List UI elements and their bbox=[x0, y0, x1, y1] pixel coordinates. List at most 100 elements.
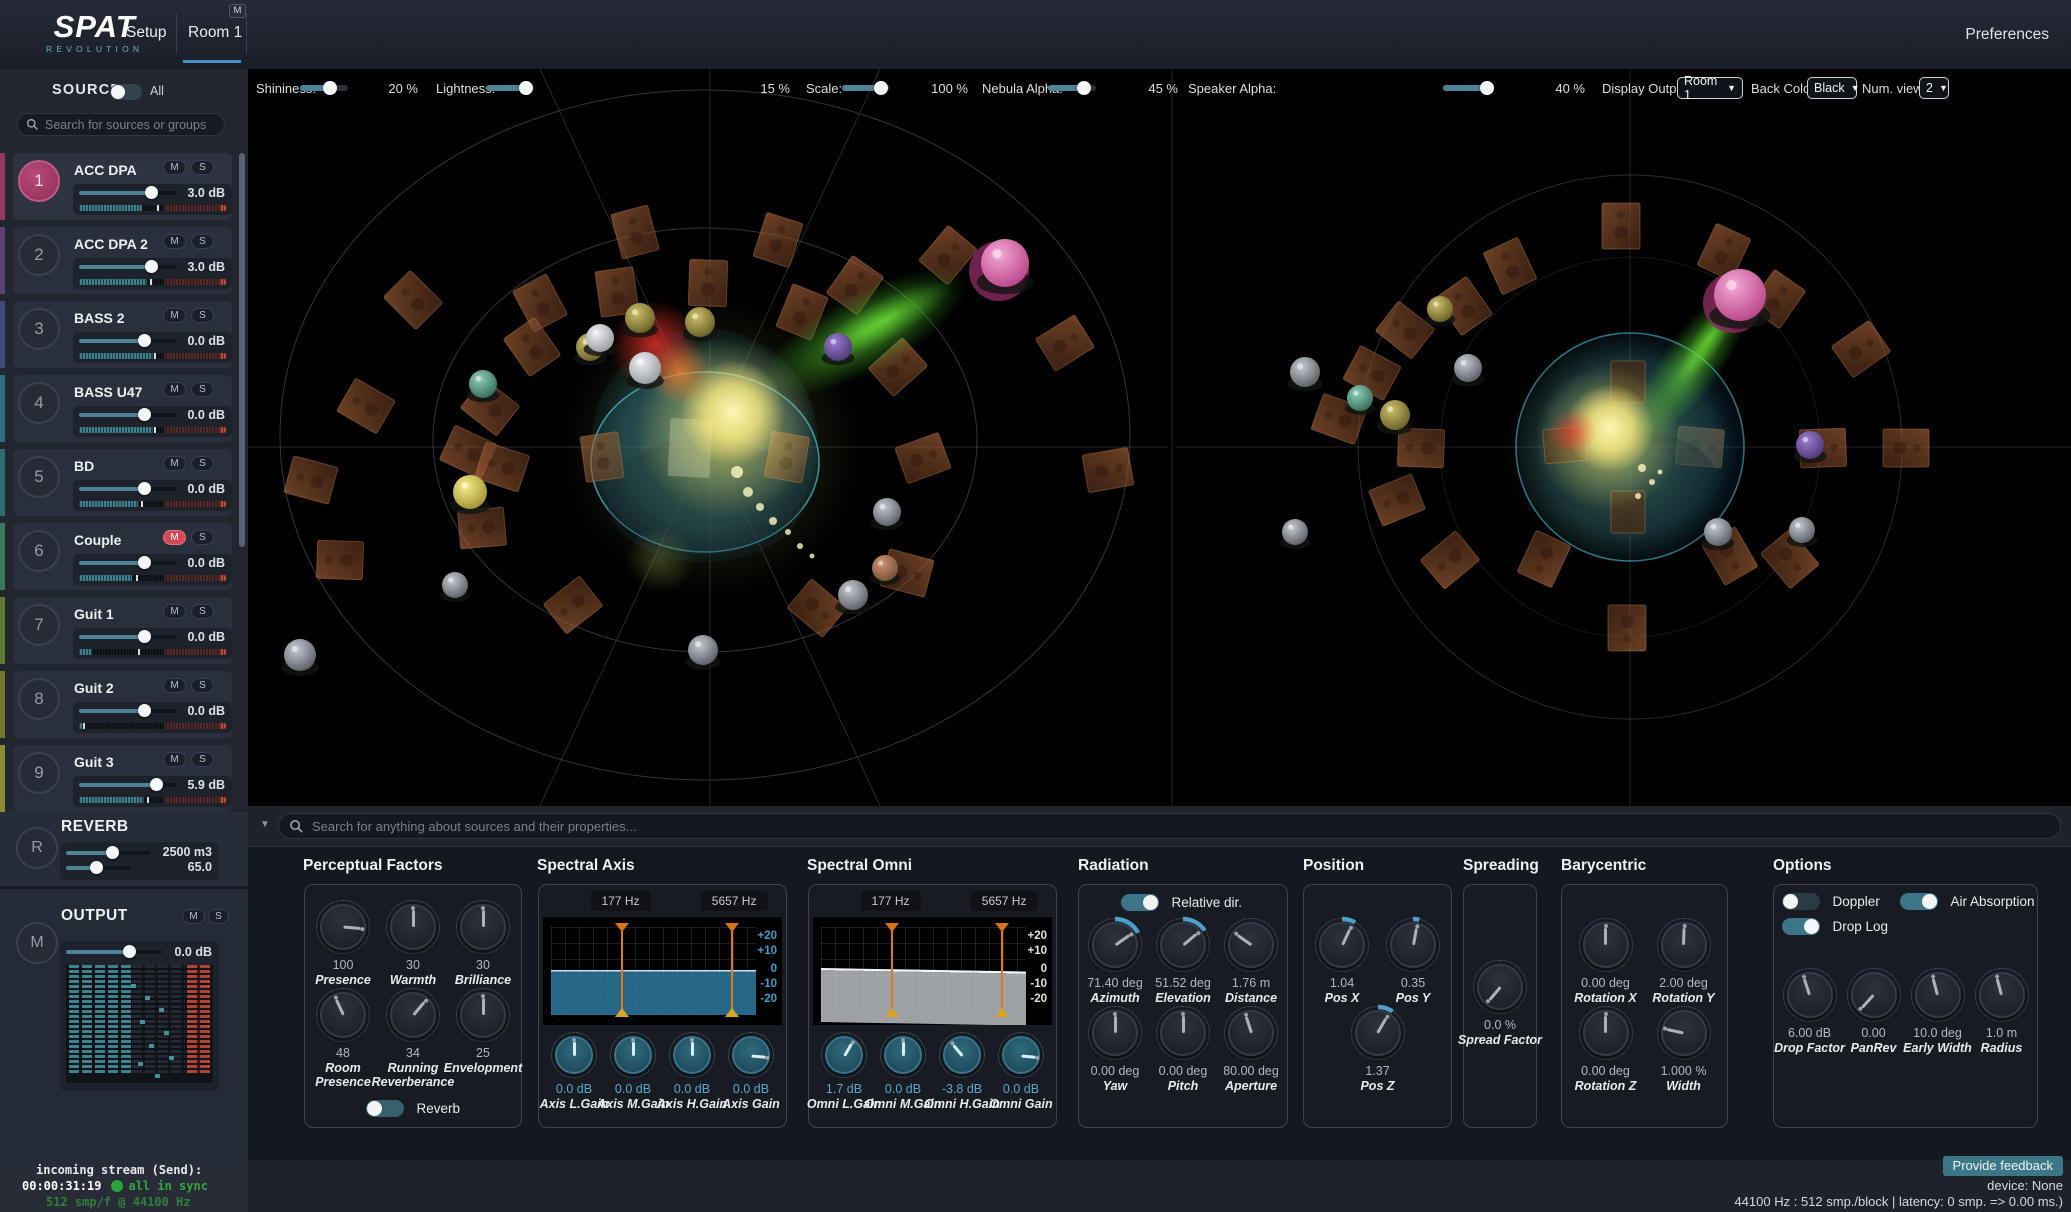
sources-search-input[interactable] bbox=[45, 118, 216, 132]
viewport-3d[interactable] bbox=[248, 69, 2071, 806]
slider-thumb[interactable] bbox=[145, 260, 158, 273]
panrev-knob[interactable] bbox=[1844, 967, 1904, 1023]
mute-button[interactable]: M bbox=[163, 160, 186, 175]
solo-button[interactable]: S bbox=[191, 308, 214, 323]
axis-l-gain-knob[interactable] bbox=[549, 1031, 599, 1079]
gain-slider[interactable] bbox=[79, 339, 177, 343]
freq-marker-high[interactable] bbox=[731, 925, 733, 1015]
sources-search[interactable] bbox=[17, 113, 225, 136]
drop-factor-knob[interactable] bbox=[1780, 967, 1840, 1023]
preferences-button[interactable]: Preferences bbox=[1965, 0, 2049, 69]
source-item[interactable]: 9 Guit 3 M S 5.9 dB bbox=[13, 745, 232, 812]
pos-x-knob[interactable] bbox=[1312, 917, 1372, 973]
omni-gain-knob[interactable] bbox=[996, 1031, 1046, 1079]
shininess-slider[interactable] bbox=[300, 85, 348, 91]
pos-y-knob[interactable] bbox=[1383, 917, 1443, 973]
yaw-knob[interactable] bbox=[1085, 1005, 1145, 1061]
slider-thumb[interactable] bbox=[323, 81, 337, 95]
drop-log-toggle[interactable] bbox=[1782, 918, 1820, 935]
rotation-z-knob[interactable] bbox=[1576, 1005, 1636, 1061]
output-gain-slider[interactable] bbox=[66, 950, 162, 954]
mute-button[interactable]: M bbox=[163, 456, 186, 471]
source-item[interactable]: 4 BASS U47 M S 0.0 dB bbox=[13, 375, 232, 442]
mute-button[interactable]: M bbox=[163, 604, 186, 619]
gain-slider[interactable] bbox=[79, 265, 177, 269]
mute-button[interactable]: M bbox=[163, 752, 186, 767]
properties-search[interactable] bbox=[278, 813, 2061, 839]
distance-knob[interactable] bbox=[1221, 917, 1281, 973]
rotation-x-knob[interactable] bbox=[1576, 917, 1636, 973]
provide-feedback-button[interactable]: Provide feedback bbox=[1943, 1156, 2063, 1176]
speaker-alpha-slider[interactable] bbox=[1443, 85, 1491, 91]
omni-h-gain-knob[interactable] bbox=[937, 1031, 987, 1079]
mute-button[interactable]: M bbox=[163, 234, 186, 249]
slider-thumb[interactable] bbox=[138, 704, 151, 717]
freq-marker-low[interactable] bbox=[621, 925, 623, 1015]
solo-button[interactable]: S bbox=[191, 160, 214, 175]
envelopment-knob[interactable] bbox=[453, 987, 513, 1043]
num-view-select[interactable]: 2▼ bbox=[1919, 77, 1949, 99]
reverb-size-slider[interactable] bbox=[66, 851, 150, 855]
mute-button[interactable]: M bbox=[163, 382, 186, 397]
source-item[interactable]: 7 Guit 1 M S 0.0 dB bbox=[13, 597, 232, 664]
display-output-select[interactable]: Room 1▼ bbox=[1677, 77, 1743, 99]
output-mute-button[interactable]: M bbox=[182, 909, 205, 924]
doppler-toggle[interactable] bbox=[1782, 893, 1820, 910]
spectral-axis-display[interactable]: +20+100-10-20 bbox=[543, 917, 782, 1025]
source-item[interactable]: 6 Couple M S 0.0 dB bbox=[13, 523, 232, 590]
gain-slider[interactable] bbox=[79, 635, 177, 639]
slider-thumb[interactable] bbox=[90, 861, 103, 874]
rotation-y-knob[interactable] bbox=[1654, 917, 1714, 973]
brilliance-knob[interactable] bbox=[453, 899, 513, 955]
gain-slider[interactable] bbox=[79, 561, 177, 565]
omni-l-gain-knob[interactable] bbox=[819, 1031, 869, 1079]
slider-thumb[interactable] bbox=[106, 846, 119, 859]
width-knob[interactable] bbox=[1654, 1005, 1714, 1061]
running-reverberance-knob[interactable] bbox=[383, 987, 443, 1043]
slider-thumb[interactable] bbox=[138, 334, 151, 347]
gain-slider[interactable] bbox=[79, 413, 177, 417]
radius-knob[interactable] bbox=[1972, 967, 2032, 1023]
solo-button[interactable]: S bbox=[191, 382, 214, 397]
source-item[interactable]: 2 ACC DPA 2 M S 3.0 dB bbox=[13, 227, 232, 294]
warmth-knob[interactable] bbox=[383, 899, 443, 955]
early-width-knob[interactable] bbox=[1908, 967, 1968, 1023]
spectral-omni-display[interactable]: +20+100-10-20 bbox=[813, 917, 1052, 1025]
source-item[interactable]: 8 Guit 2 M S 0.0 dB bbox=[13, 671, 232, 738]
source-item[interactable]: 3 BASS 2 M S 0.0 dB bbox=[13, 301, 232, 368]
lightness-slider[interactable] bbox=[486, 85, 534, 91]
mute-button[interactable]: M bbox=[163, 308, 186, 323]
axis-m-gain-knob[interactable] bbox=[608, 1031, 658, 1079]
nebula-alpha-slider[interactable] bbox=[1048, 85, 1096, 91]
freq-marker-high[interactable] bbox=[1001, 925, 1003, 1015]
room-presence-knob[interactable] bbox=[313, 987, 373, 1043]
pos-z-knob[interactable] bbox=[1348, 1005, 1408, 1061]
solo-button[interactable]: S bbox=[191, 752, 214, 767]
presence-knob[interactable] bbox=[313, 899, 373, 955]
gain-slider[interactable] bbox=[79, 783, 177, 787]
air-absorption-toggle[interactable] bbox=[1900, 893, 1938, 910]
collapse-panel-caret[interactable]: ▼ bbox=[260, 819, 270, 830]
sources-scrollbar[interactable] bbox=[239, 153, 245, 547]
slider-thumb[interactable] bbox=[138, 556, 151, 569]
pitch-knob[interactable] bbox=[1153, 1005, 1213, 1061]
mute-button[interactable]: M bbox=[163, 530, 186, 545]
axis-gain-knob[interactable] bbox=[726, 1031, 776, 1079]
slider-thumb[interactable] bbox=[138, 482, 151, 495]
slider-thumb[interactable] bbox=[138, 408, 151, 421]
slider-thumb[interactable] bbox=[1077, 81, 1091, 95]
output-solo-button[interactable]: S bbox=[208, 909, 229, 924]
solo-button[interactable]: S bbox=[191, 678, 214, 693]
slider-thumb[interactable] bbox=[123, 945, 136, 958]
spread-factor-knob[interactable] bbox=[1470, 959, 1530, 1015]
solo-button[interactable]: S bbox=[191, 234, 214, 249]
aperture-knob[interactable] bbox=[1221, 1005, 1281, 1061]
reverb-time-slider[interactable] bbox=[66, 866, 130, 870]
solo-button[interactable]: S bbox=[191, 604, 214, 619]
relative-dir-toggle[interactable] bbox=[1121, 894, 1159, 911]
slider-thumb[interactable] bbox=[145, 186, 158, 199]
back-color-select[interactable]: Black▼ bbox=[1807, 77, 1857, 99]
source-item[interactable]: 5 BD M S 0.0 dB bbox=[13, 449, 232, 516]
elevation-knob[interactable] bbox=[1153, 917, 1213, 973]
mute-button[interactable]: M bbox=[163, 678, 186, 693]
